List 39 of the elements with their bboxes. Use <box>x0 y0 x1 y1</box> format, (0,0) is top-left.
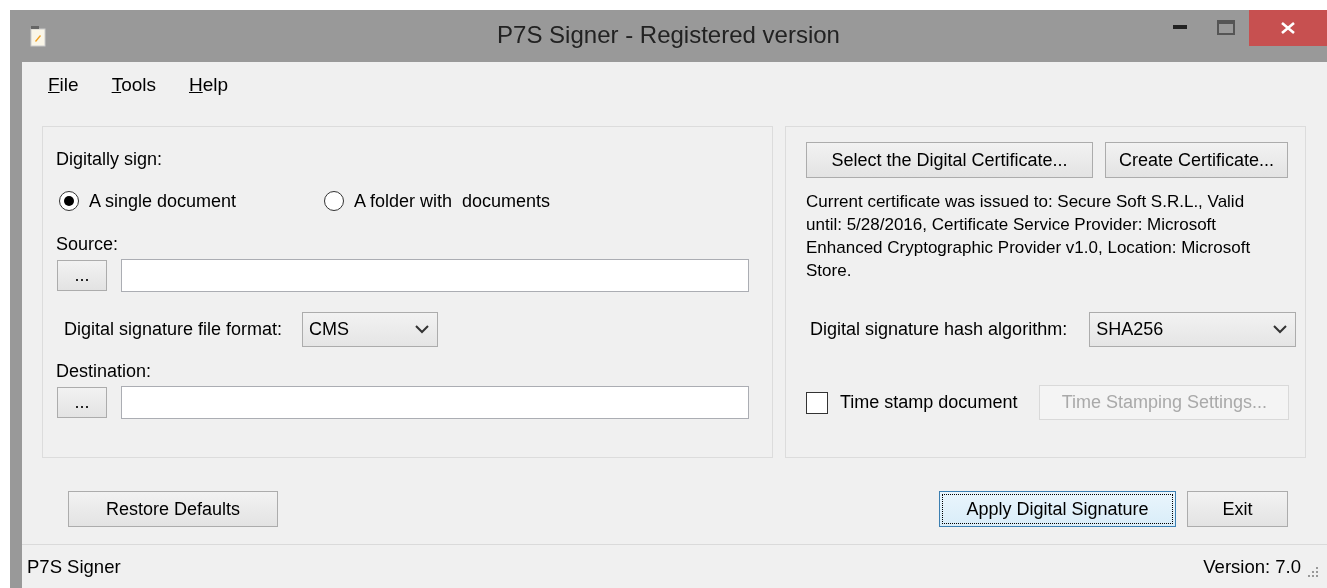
dialog-button[interactable]: Apply Digital Signature <box>939 491 1176 527</box>
window-title: P7S Signer - Registered version <box>497 21 840 48</box>
radio-button[interactable] <box>59 191 79 211</box>
dialog-button[interactable]: Restore Defaults <box>68 491 278 527</box>
certificate-info: Current certificate was issued to: Secure Soft S.R.L., Valid until: 5/28/2016, Certificate Service Provider: Microsoft Enhanced Cryptographic Provider v1.0, Location: Microsoft Store. <box>806 191 1252 282</box>
destination-field[interactable] <box>121 386 749 419</box>
select-certificate-button[interactable]: Select the Digital Certificate... <box>806 142 1093 178</box>
menu-item[interactable]: Help <box>189 72 229 98</box>
create-certificate-button[interactable]: Create Certificate... <box>1105 142 1288 178</box>
checkbox-label[interactable]: Time stamp document <box>840 392 1018 413</box>
checkbox[interactable] <box>806 391 828 414</box>
menu-item[interactable]: Tools <box>111 72 156 98</box>
browse-button[interactable]: ... <box>57 387 107 418</box>
field-label: Source: <box>56 234 119 255</box>
field-label: Destination: <box>56 361 152 382</box>
radio-button[interactable] <box>324 191 344 211</box>
field-label: Digital signature file format: <box>64 319 283 340</box>
resize-grip-icon[interactable] <box>1307 565 1319 578</box>
app-icon <box>30 25 46 47</box>
dropdown-value: SHA256 <box>1096 319 1164 340</box>
version-text: Version: 7.0 <box>1203 555 1301 578</box>
maximize-icon <box>1217 19 1235 35</box>
source-field[interactable] <box>121 259 749 292</box>
browse-button[interactable]: ... <box>57 260 107 291</box>
minimize-icon <box>1173 25 1187 29</box>
format-dropdown[interactable]: CMS <box>302 312 439 347</box>
hash-dropdown[interactable]: SHA256 <box>1089 312 1297 347</box>
close-icon <box>1281 22 1295 34</box>
dropdown-caret-icon <box>415 325 430 334</box>
status-text: P7S Signer <box>27 555 121 578</box>
close-button[interactable] <box>1249 10 1327 46</box>
menu-item[interactable]: File <box>48 72 79 98</box>
dropdown-value: CMS <box>309 319 350 340</box>
radio-label[interactable]: A folder with documents <box>354 190 551 212</box>
dropdown-caret-icon <box>1273 325 1288 334</box>
field-label: Digital signature hash algorithm: <box>810 319 1068 340</box>
radio-label[interactable]: A single document <box>89 190 237 212</box>
section-label: Digitally sign: <box>56 149 163 170</box>
dialog-button[interactable]: Exit <box>1187 491 1288 527</box>
